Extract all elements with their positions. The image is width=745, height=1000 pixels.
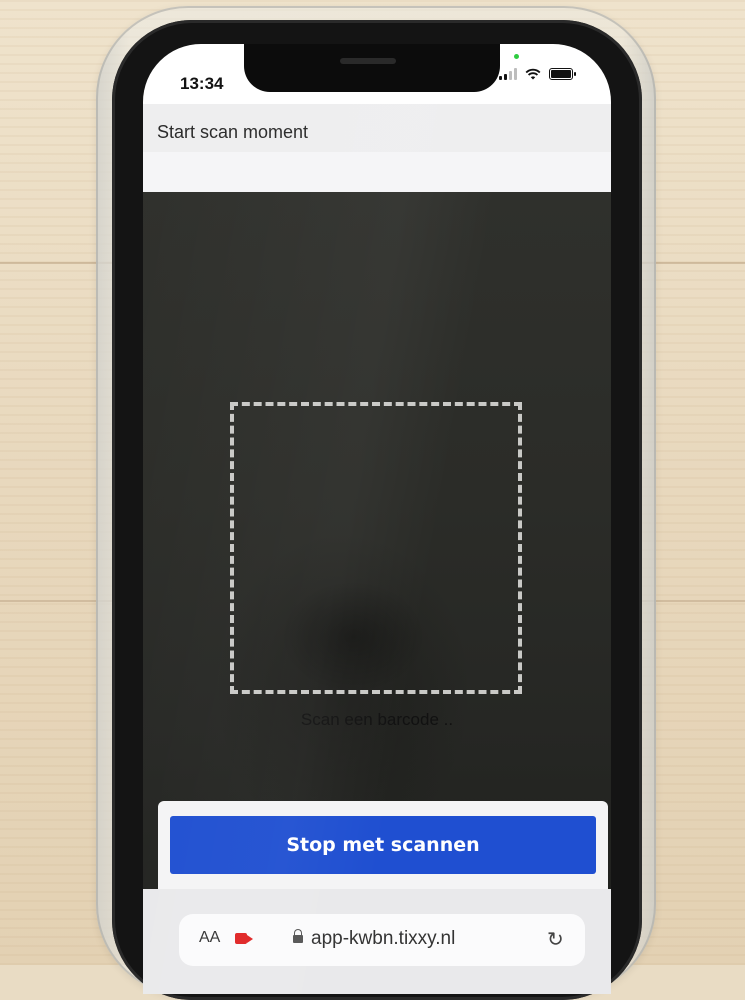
camera-indicator-icon[interactable] xyxy=(235,933,253,944)
battery-icon xyxy=(549,68,576,80)
page-header: Start scan moment xyxy=(143,104,611,152)
address-bar[interactable]: AA app-kwbn.tixxy.nl ↻ xyxy=(179,914,585,966)
scan-hint-text: Scan een barcode .. xyxy=(300,710,454,729)
wifi-icon xyxy=(525,68,541,80)
header-spacer xyxy=(143,152,611,192)
action-panel: Stop met scannen xyxy=(158,801,608,889)
phone-screen: 13:34 Start scan moment Scan een barcode… xyxy=(143,44,611,994)
stop-scanning-button[interactable]: Stop met scannen xyxy=(170,816,596,874)
camera-active-dot xyxy=(514,54,519,59)
status-icons xyxy=(499,68,576,80)
page-title: Start scan moment xyxy=(157,122,309,142)
earpiece-speaker xyxy=(340,58,396,64)
phone-notch xyxy=(244,44,500,92)
status-time: 13:34 xyxy=(180,74,224,93)
signal-icon xyxy=(499,68,517,80)
browser-toolbar: AA app-kwbn.tixxy.nl ↻ xyxy=(143,889,611,994)
lock-icon xyxy=(293,929,303,943)
reload-icon[interactable]: ↻ xyxy=(547,927,564,951)
scan-target-frame xyxy=(230,402,522,694)
url-text[interactable]: app-kwbn.tixxy.nl xyxy=(311,928,455,950)
text-size-button[interactable]: AA xyxy=(199,929,220,947)
